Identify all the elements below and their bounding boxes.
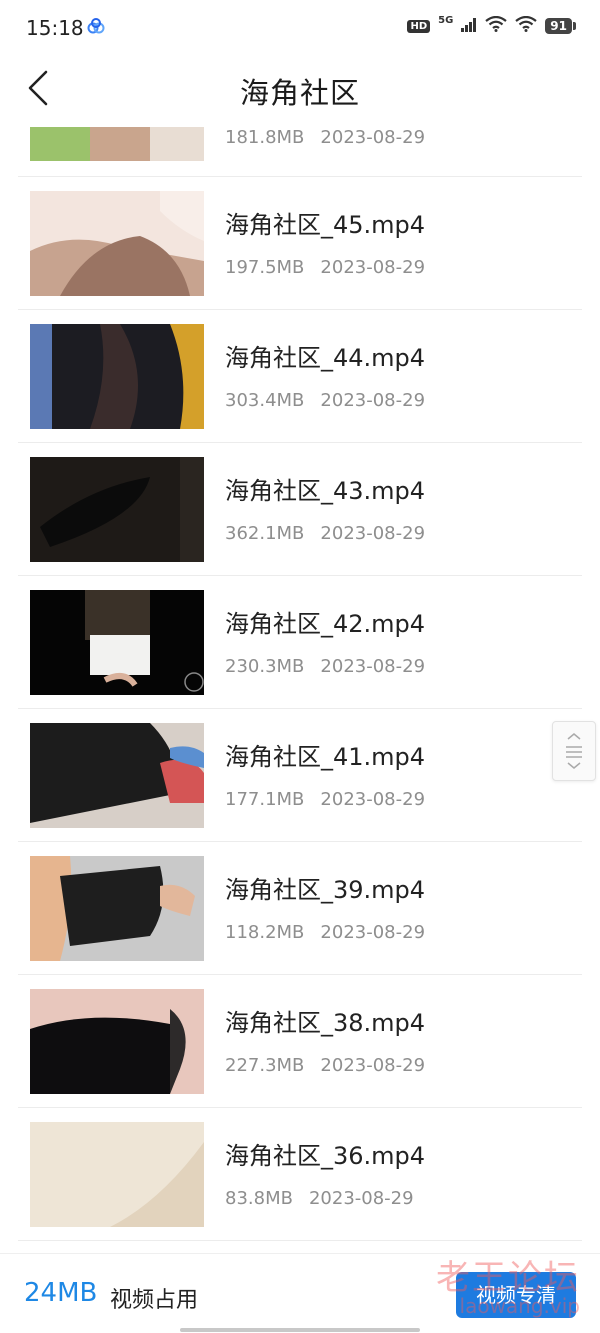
home-indicator[interactable] bbox=[180, 1328, 420, 1332]
list-item[interactable]: 海角社区_41.mp4 177.1MB 2023-08-29 bbox=[18, 709, 582, 842]
video-title: 海角社区_42.mp4 bbox=[225, 610, 426, 638]
video-title: 海角社区_43.mp4 bbox=[225, 477, 426, 505]
video-date: 2023-08-29 bbox=[320, 656, 426, 677]
video-meta: 230.3MB 2023-08-29 bbox=[225, 656, 425, 677]
video-meta: 177.1MB 2023-08-29 bbox=[225, 789, 425, 810]
video-title: 海角社区_45.mp4 bbox=[225, 211, 426, 239]
video-title: 海角社区_36.mp4 bbox=[225, 1142, 426, 1170]
video-date: 2023-08-29 bbox=[320, 127, 426, 148]
video-meta: 303.4MB 2023-08-29 bbox=[225, 390, 425, 411]
status-indicators: HD 5G 91 bbox=[407, 14, 576, 36]
video-meta: 197.5MB 2023-08-29 bbox=[225, 257, 425, 278]
video-date: 2023-08-29 bbox=[320, 789, 426, 810]
video-size: 197.5MB bbox=[225, 257, 305, 278]
storage-usage-value: 24MB bbox=[24, 1278, 98, 1308]
list-item[interactable]: 海角社区_42.mp4 230.3MB 2023-08-29 bbox=[18, 576, 582, 709]
status-bar: 15:18 HD 5G 91 bbox=[0, 0, 600, 58]
video-thumbnail bbox=[30, 1122, 204, 1227]
video-thumbnail bbox=[30, 723, 204, 828]
video-date: 2023-08-29 bbox=[320, 257, 426, 278]
video-list[interactable]: 181.8MB 2023-08-29 海角社区_45.mp4 197.5MB 202… bbox=[0, 127, 600, 1253]
video-title: 海角社区_41.mp4 bbox=[225, 743, 426, 771]
video-date: 2023-08-29 bbox=[320, 1055, 426, 1076]
video-thumbnail bbox=[30, 590, 204, 695]
battery-indicator: 91 bbox=[545, 18, 576, 34]
video-meta: 227.3MB 2023-08-29 bbox=[225, 1055, 425, 1076]
watermark-text: 老王论坛 bbox=[436, 1258, 580, 1298]
video-thumbnail bbox=[30, 457, 204, 562]
video-title: 海角社区_44.mp4 bbox=[225, 344, 426, 372]
video-size: 362.1MB bbox=[225, 523, 305, 544]
wifi-icon bbox=[485, 15, 507, 36]
list-item[interactable]: 海角社区_36.mp4 83.8MB 2023-08-29 bbox=[18, 1108, 582, 1241]
video-meta: 362.1MB 2023-08-29 bbox=[225, 523, 425, 544]
network-type: 5G bbox=[438, 14, 454, 26]
list-item[interactable]: 海角社区_45.mp4 197.5MB 2023-08-29 bbox=[18, 177, 582, 310]
list-item[interactable]: 海角社区_44.mp4 303.4MB 2023-08-29 bbox=[18, 310, 582, 443]
video-meta: 118.2MB 2023-08-29 bbox=[225, 922, 425, 943]
video-meta: 83.8MB 2023-08-29 bbox=[225, 1188, 414, 1209]
video-thumbnail bbox=[30, 989, 204, 1094]
list-item[interactable]: 海角社区_39.mp4 118.2MB 2023-08-29 bbox=[18, 842, 582, 975]
video-size: 181.8MB bbox=[225, 127, 305, 148]
divider bbox=[18, 1240, 582, 1241]
wifi-icon bbox=[515, 15, 537, 36]
list-item[interactable]: 181.8MB 2023-08-29 bbox=[18, 127, 582, 177]
video-thumbnail bbox=[30, 856, 204, 961]
video-thumbnail bbox=[30, 324, 204, 429]
video-size: 83.8MB bbox=[225, 1188, 293, 1209]
video-date: 2023-08-29 bbox=[308, 1188, 414, 1209]
video-thumbnail bbox=[30, 191, 204, 296]
video-title: 海角社区_39.mp4 bbox=[225, 876, 426, 904]
video-size: 227.3MB bbox=[225, 1055, 305, 1076]
fast-scroll-handle[interactable] bbox=[552, 721, 596, 781]
video-size: 303.4MB bbox=[225, 390, 305, 411]
video-date: 2023-08-29 bbox=[320, 922, 426, 943]
hd-badge: HD bbox=[407, 19, 431, 33]
cloud-link-icon bbox=[86, 18, 106, 38]
video-size: 177.1MB bbox=[225, 789, 305, 810]
signal-bars-icon bbox=[461, 17, 477, 36]
video-thumbnail bbox=[30, 127, 204, 161]
list-item[interactable]: 海角社区_43.mp4 362.1MB 2023-08-29 bbox=[18, 443, 582, 576]
storage-usage-label: 视频占用 bbox=[110, 1288, 199, 1313]
video-meta: 181.8MB 2023-08-29 bbox=[225, 127, 425, 148]
watermark-url: laowang.vip bbox=[459, 1294, 580, 1318]
video-title: 海角社区_38.mp4 bbox=[225, 1009, 426, 1037]
battery-level: 91 bbox=[545, 18, 572, 34]
list-item[interactable]: 海角社区_38.mp4 227.3MB 2023-08-29 bbox=[18, 975, 582, 1108]
video-size: 230.3MB bbox=[225, 656, 305, 677]
page-title: 海角社区 bbox=[239, 76, 360, 110]
fast-scroll-handle-icon bbox=[566, 733, 582, 769]
video-folder-screen: 15:18 HD 5G 91 海角社区 181.8MB 2023-08-29 海… bbox=[0, 0, 600, 1333]
video-date: 2023-08-29 bbox=[320, 523, 426, 544]
video-size: 118.2MB bbox=[225, 922, 305, 943]
app-header: 海角社区 bbox=[0, 58, 600, 126]
status-time: 15:18 bbox=[26, 16, 84, 40]
video-date: 2023-08-29 bbox=[320, 390, 426, 411]
bottom-bar: 24MB 视频占用 视频专清 老王论坛 laowang.vip bbox=[0, 1253, 600, 1333]
